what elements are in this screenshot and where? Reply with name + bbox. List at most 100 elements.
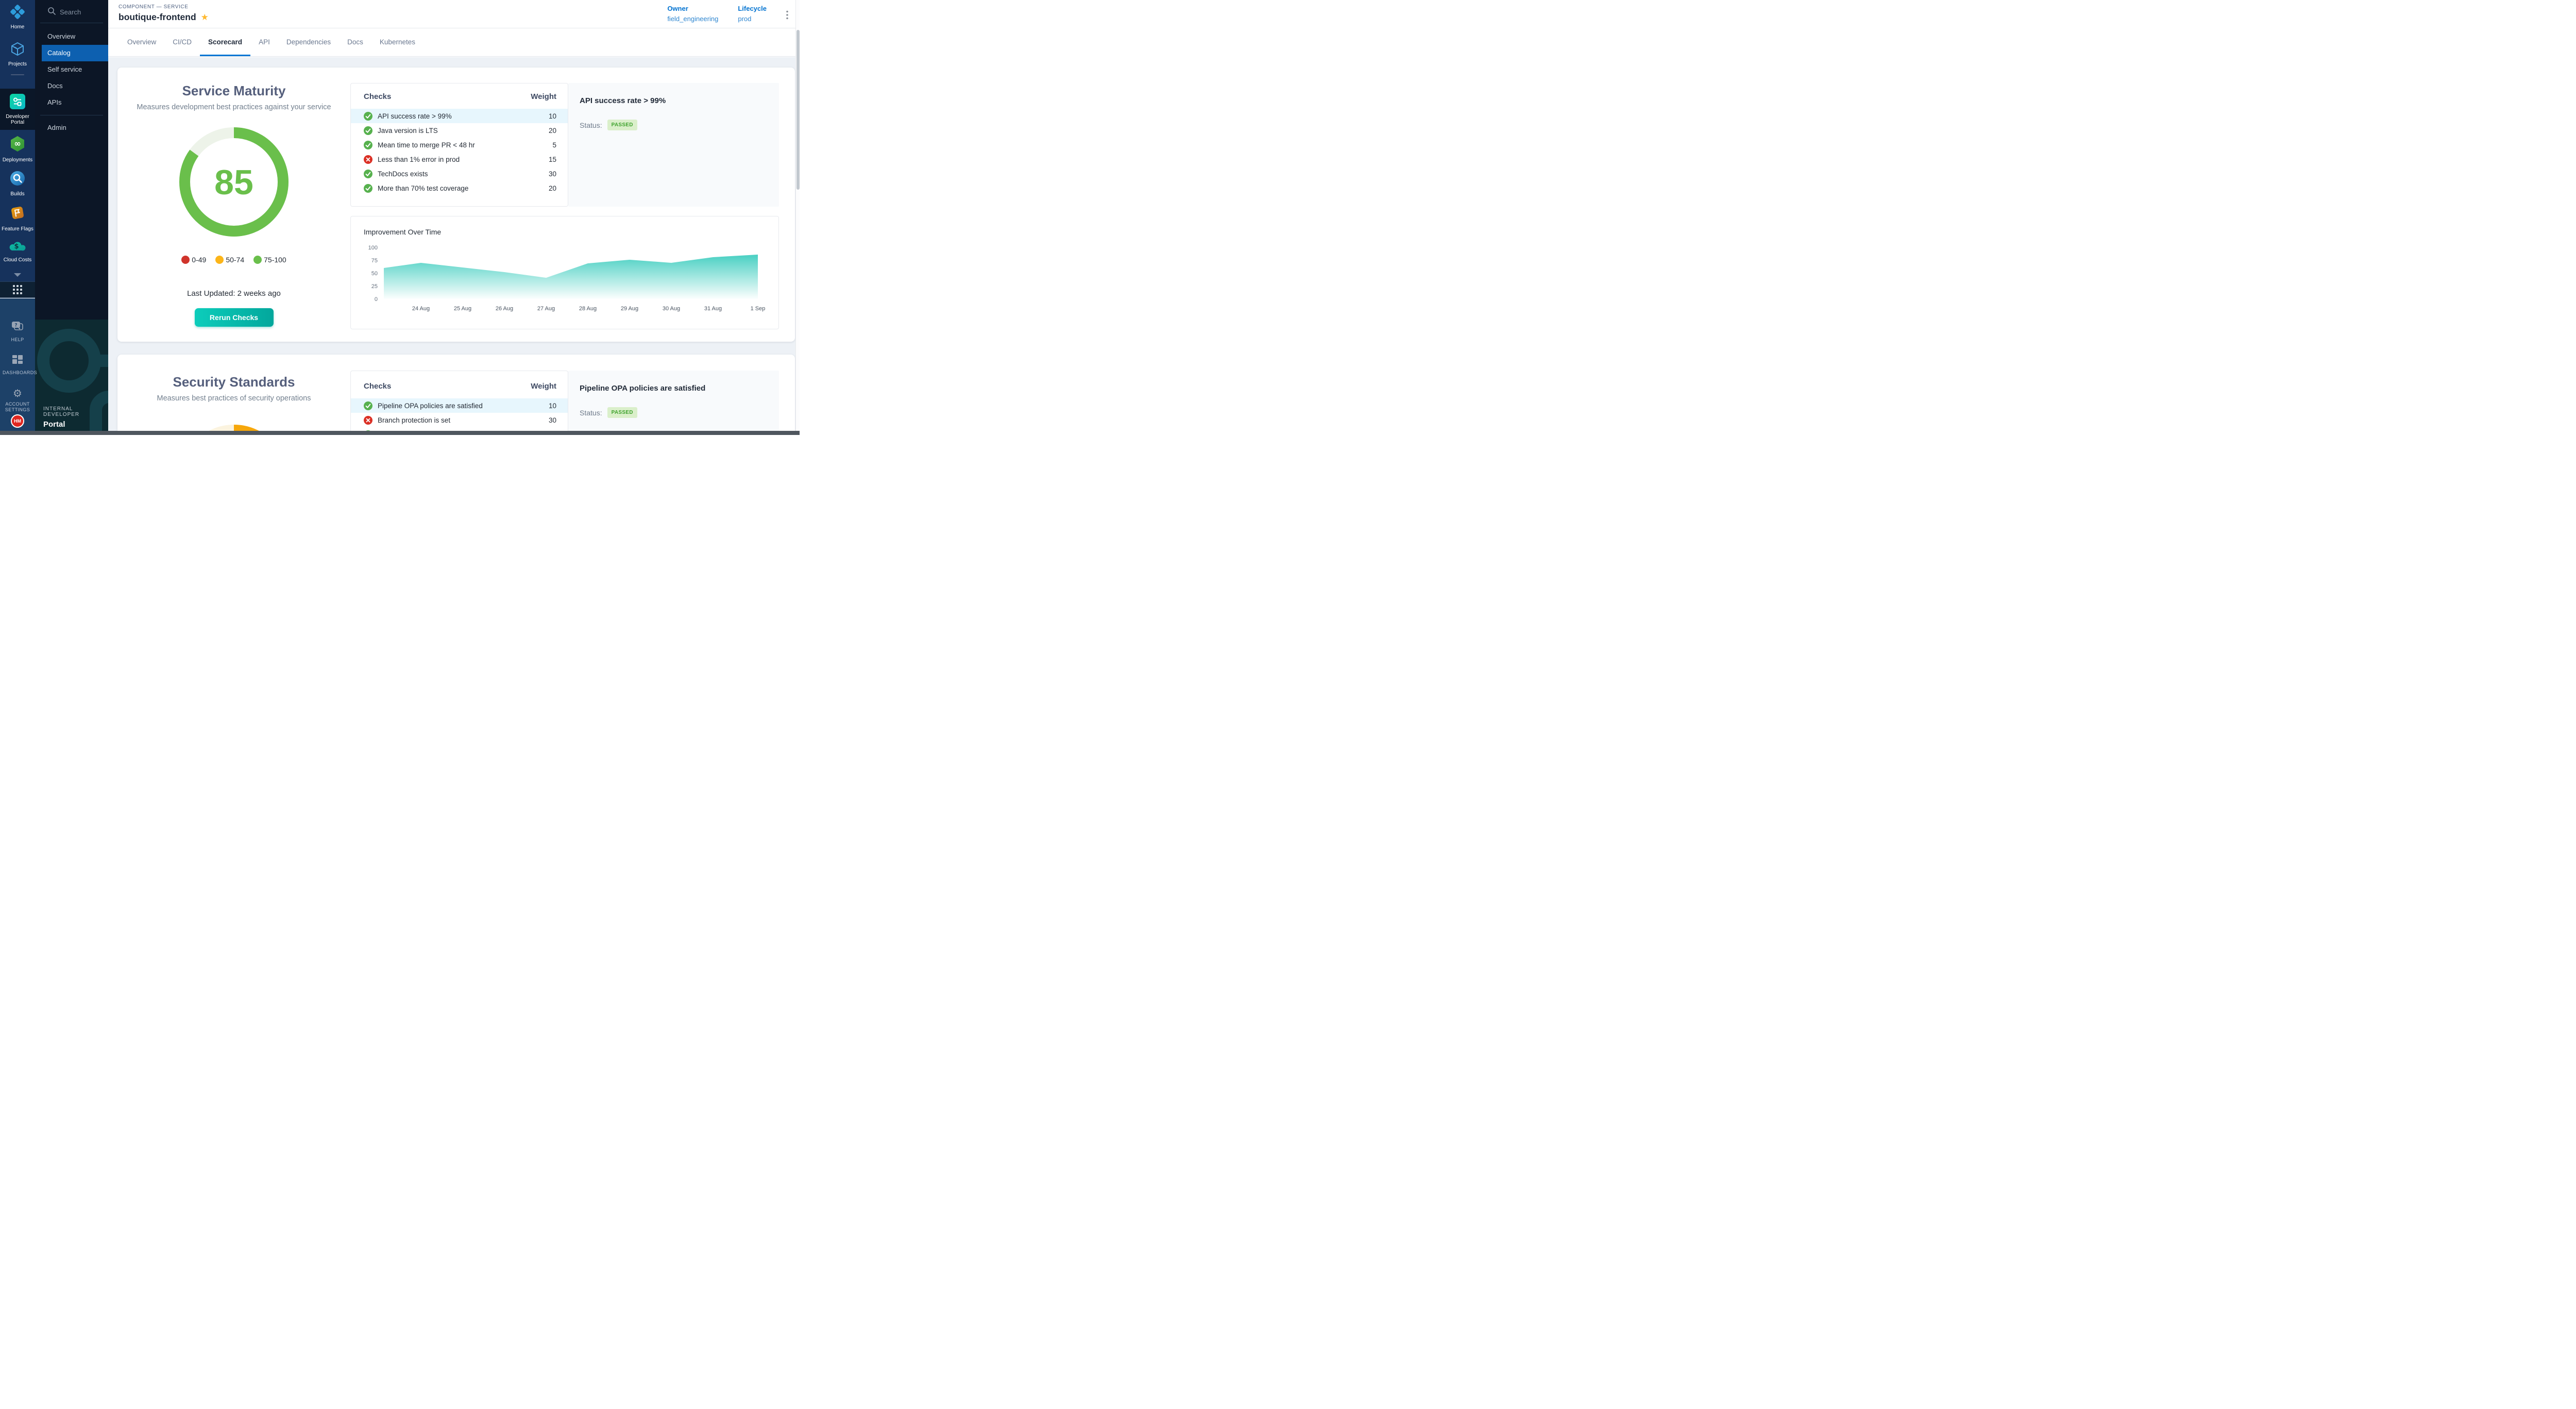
rail-item-projects[interactable]: Projects [0,41,35,67]
legend-label: 0-49 [192,256,206,264]
rail-bottom-items: ?HELP DASHBOARDS ⚙ACCOUNT SETTINGS [0,298,35,413]
check-label: More than 70% test coverage [378,184,536,192]
kebab-menu-icon[interactable] [783,9,791,23]
favorite-star-icon[interactable]: ★ [201,13,209,22]
chevron-down-icon[interactable] [0,270,35,281]
check-label: Pipeline OPA policies are satisfied [378,402,536,410]
rail-item-feature-flags[interactable]: Feature Flags [0,204,35,232]
status-label: Status: [580,121,602,129]
check-weight: 5 [536,141,556,149]
window-bottom-edge [0,431,800,435]
owner-value-link[interactable]: field_engineering [667,15,718,23]
rail-modules: ∞Deployments Builds Feature Flags $Cloud Co… [0,135,35,263]
check-row[interactable]: Less than 1% error in prod 15 [351,152,568,166]
projects-cube-icon [10,41,25,59]
sidenav-item-apis[interactable]: APIs [35,94,108,111]
status-badge: PASSED [607,407,637,418]
user-avatar[interactable]: HM [11,414,24,428]
tab-dependencies[interactable]: Dependencies [278,28,339,56]
check-row[interactable]: Mean time to merge PR < 48 hr 5 [351,138,568,152]
security-check-detail-panel: Pipeline OPA policies are satisfied Stat… [568,371,779,435]
check-label: Branch protection is set [378,416,536,424]
check-weight: 10 [536,112,556,120]
status-badge: PASSED [607,120,637,130]
score-legend: 0-49 50-74 75-100 [117,256,350,264]
legend-dot [215,256,224,264]
rail-item-label: Developer Portal [2,114,33,125]
last-updated-text: Last Updated: 2 weeks ago [117,289,350,298]
rail-item-cloud-costs[interactable]: $Cloud Costs [0,239,35,263]
legend-label: 50-74 [226,256,244,264]
svg-text:50: 50 [371,271,378,277]
brand-eyebrow: INTERNAL DEVELOPER [43,406,108,417]
deployments-icon: ∞ [9,135,26,155]
check-weight: 10 [536,402,556,410]
rail-item-help[interactable]: ?HELP [0,321,35,343]
rail-item-builds[interactable]: Builds [0,170,35,197]
gear-icon: ⚙ [13,388,22,399]
tab-kubernetes[interactable]: Kubernetes [371,28,423,56]
tab-scorecard[interactable]: Scorecard [200,28,250,56]
check-row[interactable]: Branch protection is set 30 [351,413,568,427]
module-rail: Home Projects Developer Portal ∞Deployme… [0,0,35,435]
cloud-icon: $ [9,239,26,255]
sidenav-search[interactable]: Search [35,0,108,23]
check-pass-icon [364,141,372,149]
check-row[interactable]: API success rate > 99% 10 [351,109,568,123]
rail-item-developer-portal[interactable]: Developer Portal [0,94,35,125]
legend-item: 50-74 [215,256,244,264]
sidenav-item-overview[interactable]: Overview [35,28,108,45]
sidenav-item-admin[interactable]: Admin [35,120,108,136]
portal-sidenav: Search OverviewCatalogSelf serviceDocsAP… [35,0,108,435]
svg-text:?: ? [14,323,17,328]
sidenav-item-self-service[interactable]: Self service [35,61,108,78]
svg-text:28 Aug: 28 Aug [579,306,597,312]
svg-text:25 Aug: 25 Aug [454,306,471,312]
check-row[interactable]: Java version is LTS 20 [351,123,568,138]
security-checks-table: Checks Weight Pipeline OPA policies are … [350,371,568,435]
svg-text:25: 25 [371,283,378,290]
tab-overview[interactable]: Overview [119,28,164,56]
svg-text:0: 0 [375,296,378,303]
rail-item-account-settings[interactable]: ⚙ACCOUNT SETTINGS [0,388,35,413]
tab-ci-cd[interactable]: CI/CD [164,28,200,56]
legend-dot [253,256,262,264]
legend-dot [181,256,190,264]
svg-text:30 Aug: 30 Aug [663,306,680,312]
check-row[interactable]: TechDocs exists 30 [351,166,568,181]
module-grid-icon[interactable] [0,281,35,298]
weight-column-header: Weight [531,92,556,101]
check-pass-icon [364,184,372,193]
tab-api[interactable]: API [250,28,278,56]
svg-text:29 Aug: 29 Aug [621,306,638,312]
check-fail-icon [364,155,372,164]
check-label: Java version is LTS [378,127,536,135]
check-label: TechDocs exists [378,170,536,178]
tab-docs[interactable]: Docs [339,28,371,56]
search-icon [47,7,56,18]
maturity-check-detail-panel: API success rate > 99% Status: PASSED [568,83,779,207]
harness-logo-icon [10,4,25,22]
sidenav-item-catalog[interactable]: Catalog [42,45,108,61]
builds-icon [9,170,26,189]
improvement-area-chart: 100755025024 Aug25 Aug26 Aug27 Aug28 Aug… [356,242,774,317]
idp-scorecard-screen: Home Projects Developer Portal ∞Deployme… [0,0,800,435]
checks-column-header: Checks [364,382,391,391]
scrollbar-thumb[interactable] [796,30,800,190]
svg-text:100: 100 [368,245,378,251]
rerun-checks-button[interactable]: Rerun Checks [195,308,274,327]
svg-text:31 Aug: 31 Aug [704,306,722,312]
scorecard-card-service-maturity: Service Maturity Measures development be… [117,68,795,342]
sidenav-item-docs[interactable]: Docs [35,78,108,94]
improvement-chart-panel: Improvement Over Time 100755025024 Aug25… [350,216,779,329]
legend-label: 75-100 [264,256,286,264]
rail-item-label: Home [11,24,25,30]
sidenav-items: OverviewCatalogSelf serviceDocsAPIs Admin [35,23,108,141]
rail-item-home[interactable]: Home [0,4,35,30]
check-row[interactable]: More than 70% test coverage 20 [351,181,568,195]
rail-item-dashboards[interactable]: DASHBOARDS [0,355,35,376]
check-row[interactable]: Pipeline OPA policies are satisfied 10 [351,398,568,413]
check-detail-title: API success rate > 99% [568,83,779,105]
rail-divider [11,74,24,75]
rail-item-deployments[interactable]: ∞Deployments [0,135,35,163]
